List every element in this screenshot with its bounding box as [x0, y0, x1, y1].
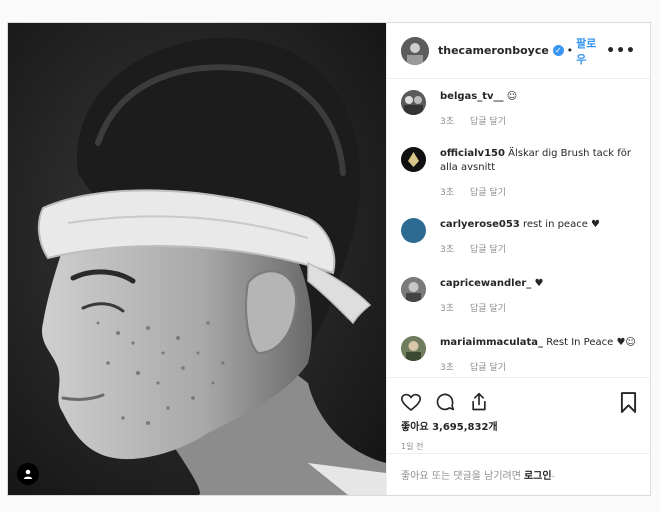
- comment-item: belgas_tv__ ☺ 3초 답글 달기: [401, 90, 641, 127]
- comment-item: capricewandler_ ♥ 3초 답글 달기: [401, 277, 641, 314]
- post-actions: 좋아요 3,695,832개 1일 전 좋아요 또는 댓글을 남기려면 로그인.: [387, 377, 651, 495]
- comment-meta: 3초 답글 달기: [440, 185, 641, 198]
- comment-icon[interactable]: [435, 392, 455, 412]
- comment-time[interactable]: 3초: [440, 245, 454, 255]
- comment-text: belgas_tv__ ☺: [440, 90, 641, 104]
- user-tag-icon[interactable]: [17, 463, 39, 485]
- comment-username[interactable]: officialv150: [440, 148, 505, 159]
- reply-button[interactable]: 답글 달기: [470, 304, 506, 314]
- comment-list[interactable]: belgas_tv__ ☺ 3초 답글 달기 officialv150 Älska…: [387, 80, 651, 376]
- likes-label: 좋아요: [401, 422, 429, 433]
- comment-meta: 3초 답글 달기: [440, 242, 641, 255]
- comment-text: capricewandler_ ♥: [440, 277, 641, 291]
- share-icon[interactable]: [469, 392, 489, 412]
- comment-avatar[interactable]: [401, 147, 426, 172]
- portrait-image: [8, 23, 386, 495]
- heart-icon[interactable]: [401, 393, 421, 412]
- comment-avatar[interactable]: [401, 277, 426, 302]
- comment-message: rest in peace ♥: [522, 219, 601, 230]
- more-options-icon[interactable]: •••: [606, 43, 636, 59]
- comment-avatar[interactable]: [401, 218, 426, 243]
- post-sidebar: thecameronboyce ✓ • 팔로우 ••• belgas_tv__ …: [386, 23, 651, 495]
- comment-time[interactable]: 3초: [440, 363, 454, 373]
- like-count[interactable]: 좋아요 3,695,832개: [387, 414, 651, 433]
- post-header: thecameronboyce ✓ • 팔로우 •••: [387, 23, 650, 79]
- action-bar: [387, 378, 651, 414]
- comment-item: officialv150 Älskar dig Brush tack för a…: [401, 147, 641, 198]
- comment-meta: 3초 답글 달기: [440, 114, 641, 127]
- reply-button[interactable]: 답글 달기: [470, 363, 506, 373]
- comment-message: ☺: [506, 91, 518, 102]
- comment-username[interactable]: carlyerose053: [440, 219, 520, 230]
- reply-button[interactable]: 답글 달기: [470, 188, 506, 198]
- comment-meta: 3초 답글 달기: [440, 360, 641, 373]
- post-card: thecameronboyce ✓ • 팔로우 ••• belgas_tv__ …: [7, 22, 651, 496]
- comment-text: mariaimmaculata_ Rest In Peace ♥☺: [440, 336, 641, 350]
- comment-avatar[interactable]: [401, 336, 426, 361]
- bookmark-icon[interactable]: [620, 391, 637, 413]
- reply-button[interactable]: 답글 달기: [470, 245, 506, 255]
- reply-button[interactable]: 답글 달기: [470, 117, 506, 127]
- separator-dot: •: [566, 44, 574, 57]
- likes-count: 3,695,832개: [432, 422, 498, 433]
- verified-badge-icon: ✓: [552, 45, 564, 56]
- login-prompt: 좋아요 또는 댓글을 남기려면 로그인.: [387, 453, 651, 495]
- comment-username[interactable]: mariaimmaculata_: [440, 337, 543, 348]
- comment-avatar[interactable]: [401, 90, 426, 115]
- comment-username[interactable]: belgas_tv__: [440, 91, 504, 102]
- comment-message: Rest In Peace ♥☺: [546, 337, 636, 348]
- post-timestamp[interactable]: 1일 전: [387, 433, 651, 452]
- comment-item: mariaimmaculata_ Rest In Peace ♥☺ 3초 답글 달…: [401, 336, 641, 373]
- comment-time[interactable]: 3초: [440, 117, 454, 127]
- comment-username[interactable]: capricewandler_: [440, 278, 531, 289]
- comment-item: carlyerose053 rest in peace ♥ 3초 답글 달기: [401, 218, 641, 255]
- login-link[interactable]: 로그인: [524, 467, 552, 482]
- comment-text: carlyerose053 rest in peace ♥: [440, 218, 641, 232]
- comment-message: ♥: [534, 278, 544, 289]
- login-prompt-text: 좋아요 또는 댓글을 남기려면: [401, 471, 521, 482]
- comment-time[interactable]: 3초: [440, 188, 454, 198]
- follow-button[interactable]: 팔로우: [576, 35, 606, 67]
- author-username[interactable]: thecameronboyce: [438, 44, 549, 57]
- author-avatar[interactable]: [401, 36, 429, 65]
- comment-time[interactable]: 3초: [440, 304, 454, 314]
- post-photo[interactable]: [8, 23, 386, 495]
- comment-text: officialv150 Älskar dig Brush tack för a…: [440, 147, 641, 175]
- comment-meta: 3초 답글 달기: [440, 301, 641, 314]
- login-prompt-suffix: .: [551, 469, 555, 480]
